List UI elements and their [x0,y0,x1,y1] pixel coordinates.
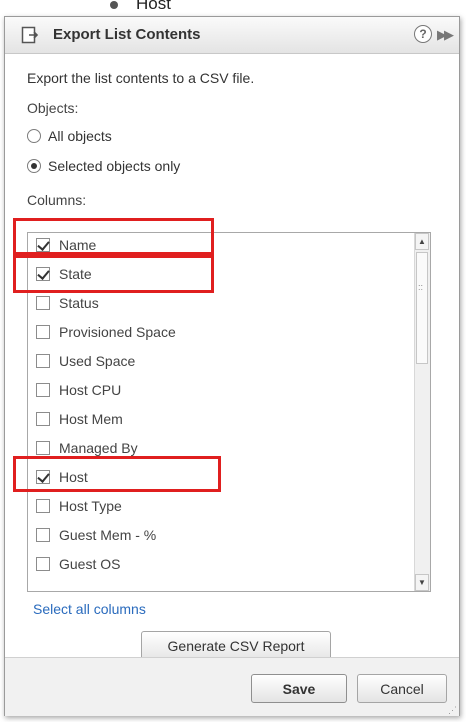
column-checkbox[interactable] [36,324,50,339]
column-label: Status [59,294,99,311]
column-item[interactable]: Guest OS [28,549,416,578]
resize-grip-icon[interactable]: ⋰ [448,706,457,715]
radio-button[interactable] [27,159,41,173]
highlight-box-state [13,255,214,293]
column-label: Guest OS [59,555,121,572]
radio-label: Selected objects only [48,158,181,174]
dialog-titlebar: Export List Contents ? ▶▶ [5,17,459,54]
column-item[interactable]: Provisioned Space [28,317,416,346]
column-label: Host CPU [59,381,122,398]
cancel-button[interactable]: Cancel [357,674,447,703]
radio-selected-objects[interactable]: Selected objects only [27,158,180,174]
help-icon[interactable]: ? [414,25,432,43]
column-checkbox[interactable] [36,353,50,368]
column-label: Host Mem [59,410,123,427]
highlight-box-host [13,456,221,492]
radio-button[interactable] [27,129,41,143]
column-checkbox[interactable] [36,440,50,455]
expand-icon[interactable]: ▶▶ [437,27,454,43]
column-checkbox[interactable] [36,295,50,310]
radio-all-objects[interactable]: All objects [27,128,112,144]
save-button[interactable]: Save [251,674,347,703]
export-list-dialog: Export List Contents ? ▶▶ Export the lis… [4,16,460,716]
column-item[interactable]: Host Type [28,491,416,520]
column-item[interactable]: Host CPU [28,375,416,404]
column-item[interactable]: Guest Mem - % [28,520,416,549]
drag-grip-icon: :: [418,282,424,292]
scrollbar[interactable]: ▲ :: ▼ [414,233,430,591]
dialog-content: Export the list contents to a CSV file. … [5,54,459,660]
scroll-up-icon[interactable]: ▲ [415,233,429,250]
radio-label: All objects [48,128,112,144]
column-label: Provisioned Space [59,323,176,340]
column-checkbox[interactable] [36,527,50,542]
select-all-columns-link[interactable]: Select all columns [33,601,146,617]
background-text: Host [136,0,171,13]
generate-csv-report-button[interactable]: Generate CSV Report [141,631,331,660]
column-item[interactable]: Host Mem [28,404,416,433]
scrollbar-thumb[interactable] [416,252,428,364]
column-label: Guest Mem - % [59,526,157,543]
objects-label: Objects: [27,100,79,116]
column-label: Host Type [59,497,122,514]
column-item[interactable]: Used Space [28,346,416,375]
column-checkbox[interactable] [36,498,50,513]
dialog-footer: Save Cancel ⋰ [5,657,459,716]
bullet-icon [110,1,118,9]
column-checkbox[interactable] [36,556,50,571]
dialog-title: Export List Contents [53,26,201,43]
column-checkbox[interactable] [36,411,50,426]
dialog-description: Export the list contents to a CSV file. [27,70,255,86]
column-label: Managed By [59,439,138,456]
export-icon [21,26,39,44]
scroll-down-icon[interactable]: ▼ [415,574,429,591]
columns-label: Columns: [27,192,87,208]
highlight-box-name [13,218,214,255]
column-checkbox[interactable] [36,382,50,397]
column-label: Used Space [59,352,136,369]
